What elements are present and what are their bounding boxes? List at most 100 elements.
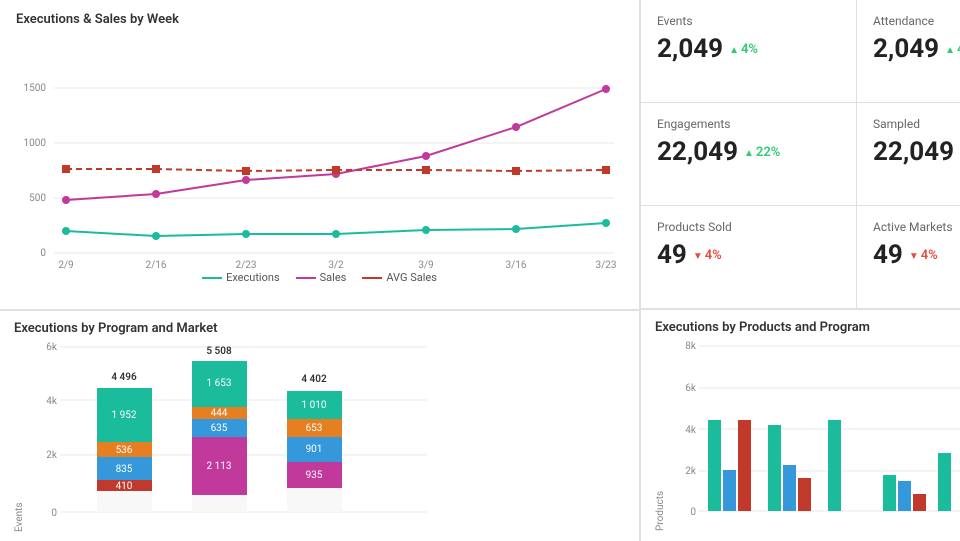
legend-avg-sales: AVG Sales bbox=[362, 271, 437, 284]
kpi-attendance: Attendance 2,049 4% bbox=[856, 0, 960, 103]
x-label-6: 3/23 bbox=[596, 260, 617, 271]
yr-4k: 4k bbox=[685, 425, 697, 436]
y-0-left: 0 bbox=[51, 508, 57, 519]
legend-sales: Sales bbox=[296, 271, 347, 284]
avg-marker-3 bbox=[332, 166, 340, 174]
kpi-markets-pct: 4% bbox=[921, 248, 938, 263]
sales-dot-0 bbox=[62, 196, 70, 204]
bar1-bottom bbox=[97, 491, 152, 512]
kpi-engagements-label: Engagements bbox=[657, 117, 840, 131]
kpi-markets-change: 4% bbox=[909, 248, 938, 263]
bar1-blue-label: 835 bbox=[116, 464, 133, 475]
legend-executions-line bbox=[202, 277, 222, 279]
kpi-engagements-number: 22,049 bbox=[657, 137, 738, 167]
avg-marker-2 bbox=[242, 167, 250, 175]
x-label-1: 2/16 bbox=[146, 260, 167, 271]
kpi-engagements-change: 22% bbox=[744, 145, 780, 160]
rg4-b2 bbox=[898, 481, 911, 511]
bar2-magenta-label: 2 113 bbox=[207, 461, 232, 472]
y-label-1500: 1500 bbox=[24, 83, 47, 94]
yr-2k: 2k bbox=[685, 466, 697, 477]
rg2-b1 bbox=[768, 425, 781, 511]
sales-dot-4 bbox=[422, 152, 430, 160]
sales-dot-2 bbox=[242, 176, 250, 184]
bar3-total: 4 402 bbox=[301, 374, 327, 385]
up-arrow-icon bbox=[729, 42, 739, 57]
x-label-3: 3/2 bbox=[328, 260, 344, 271]
y-axis-label-left: Events bbox=[14, 342, 25, 532]
kpi-products-label: Products Sold bbox=[657, 220, 840, 234]
rg2-b2 bbox=[783, 465, 796, 511]
kpi-engagements-value: 22,049 22% bbox=[657, 137, 840, 167]
bar-right-svg: 8k 6k 4k 2k 0 bbox=[668, 341, 960, 526]
kpi-attendance-value: 2,049 4% bbox=[873, 34, 960, 64]
dashboard: Executions & Sales by Week 1500 1000 500… bbox=[0, 0, 960, 541]
rg2-b3 bbox=[798, 478, 811, 511]
x-label-4: 3/9 bbox=[418, 260, 433, 271]
bar-left-title: Executions by Program and Market bbox=[14, 321, 625, 336]
kpi-events: Events 2,049 4% bbox=[640, 0, 856, 103]
bar3-bottom bbox=[287, 488, 342, 512]
bar1-total: 4 496 bbox=[111, 372, 137, 383]
kpi-markets-value: 49 4% bbox=[873, 240, 960, 270]
y-4k: 4k bbox=[46, 396, 58, 407]
kpi-events-value: 2,049 4% bbox=[657, 34, 840, 64]
sales-line bbox=[66, 89, 606, 200]
bar2-total: 5 508 bbox=[206, 346, 232, 357]
line-chart-legend: Executions Sales AVG Sales bbox=[16, 271, 623, 284]
rg1-b3 bbox=[738, 420, 751, 511]
exec-dot-4 bbox=[422, 226, 430, 234]
rg1-b1 bbox=[708, 420, 721, 511]
bar2-bottom bbox=[192, 495, 247, 512]
kpi-attendance-change: 4% bbox=[945, 42, 960, 57]
exec-dot-3 bbox=[332, 230, 340, 238]
legend-sales-label: Sales bbox=[320, 271, 347, 284]
down-arrow-icon bbox=[693, 248, 703, 263]
sales-dot-6 bbox=[602, 85, 610, 93]
kpi-attendance-number: 2,049 bbox=[873, 34, 939, 64]
executions-by-products-chart: Executions by Products and Program Produ… bbox=[640, 310, 960, 541]
y-axis-label-right: Products bbox=[655, 341, 666, 531]
rg4-b1 bbox=[883, 475, 896, 511]
down-arrow-icon-2 bbox=[909, 248, 919, 263]
kpi-events-label: Events bbox=[657, 14, 840, 28]
avg-marker-4 bbox=[422, 166, 430, 174]
avg-marker-0 bbox=[62, 165, 70, 173]
kpi-sampled-value: 22,049 22% bbox=[873, 137, 960, 167]
kpi-events-number: 2,049 bbox=[657, 34, 723, 64]
avg-marker-6 bbox=[602, 166, 610, 174]
kpi-sampled-number: 22,049 bbox=[873, 137, 954, 167]
yr-0: 0 bbox=[690, 507, 696, 518]
bar-left-svg: 6k 4k 2k 0 4 496 1 952 536 bbox=[27, 342, 447, 527]
kpi-sampled-label: Sampled bbox=[873, 117, 960, 131]
avg-marker-1 bbox=[152, 165, 160, 173]
exec-dot-2 bbox=[242, 230, 250, 238]
up-arrow-icon-2 bbox=[945, 42, 955, 57]
executions-sales-chart: Executions & Sales by Week 1500 1000 500… bbox=[0, 0, 640, 310]
rg3-b1 bbox=[828, 420, 841, 511]
yr-8k: 8k bbox=[685, 341, 697, 352]
bar-right-title: Executions by Products and Program bbox=[655, 320, 960, 335]
legend-avg-line bbox=[362, 277, 382, 279]
sales-dot-1 bbox=[152, 190, 160, 198]
bar2-teal-label: 1 653 bbox=[207, 378, 232, 389]
exec-dot-5 bbox=[512, 225, 520, 233]
kpi-markets-label: Active Markets bbox=[873, 220, 960, 234]
bar2-orange-label: 444 bbox=[211, 408, 228, 419]
kpi-products-number: 49 bbox=[657, 240, 687, 270]
bar1-orange-label: 536 bbox=[116, 445, 133, 456]
exec-dot-1 bbox=[152, 232, 160, 240]
bar3-orange-label: 653 bbox=[306, 423, 323, 434]
legend-executions-label: Executions bbox=[226, 271, 280, 284]
kpi-products-value: 49 4% bbox=[657, 240, 840, 270]
sales-dot-5 bbox=[512, 123, 520, 131]
line-chart-title: Executions & Sales by Week bbox=[16, 12, 623, 27]
x-label-0: 2/9 bbox=[58, 260, 73, 271]
rg5-b1 bbox=[938, 453, 951, 511]
bar3-magenta-label: 935 bbox=[306, 470, 323, 481]
kpi-grid: Events 2,049 4% Attendance 2,049 4% Enga… bbox=[640, 0, 960, 310]
bar1-teal-label: 1 952 bbox=[112, 410, 137, 421]
legend-avg-label: AVG Sales bbox=[386, 271, 437, 284]
kpi-events-change: 4% bbox=[729, 42, 758, 57]
rg1-b2 bbox=[723, 470, 736, 511]
